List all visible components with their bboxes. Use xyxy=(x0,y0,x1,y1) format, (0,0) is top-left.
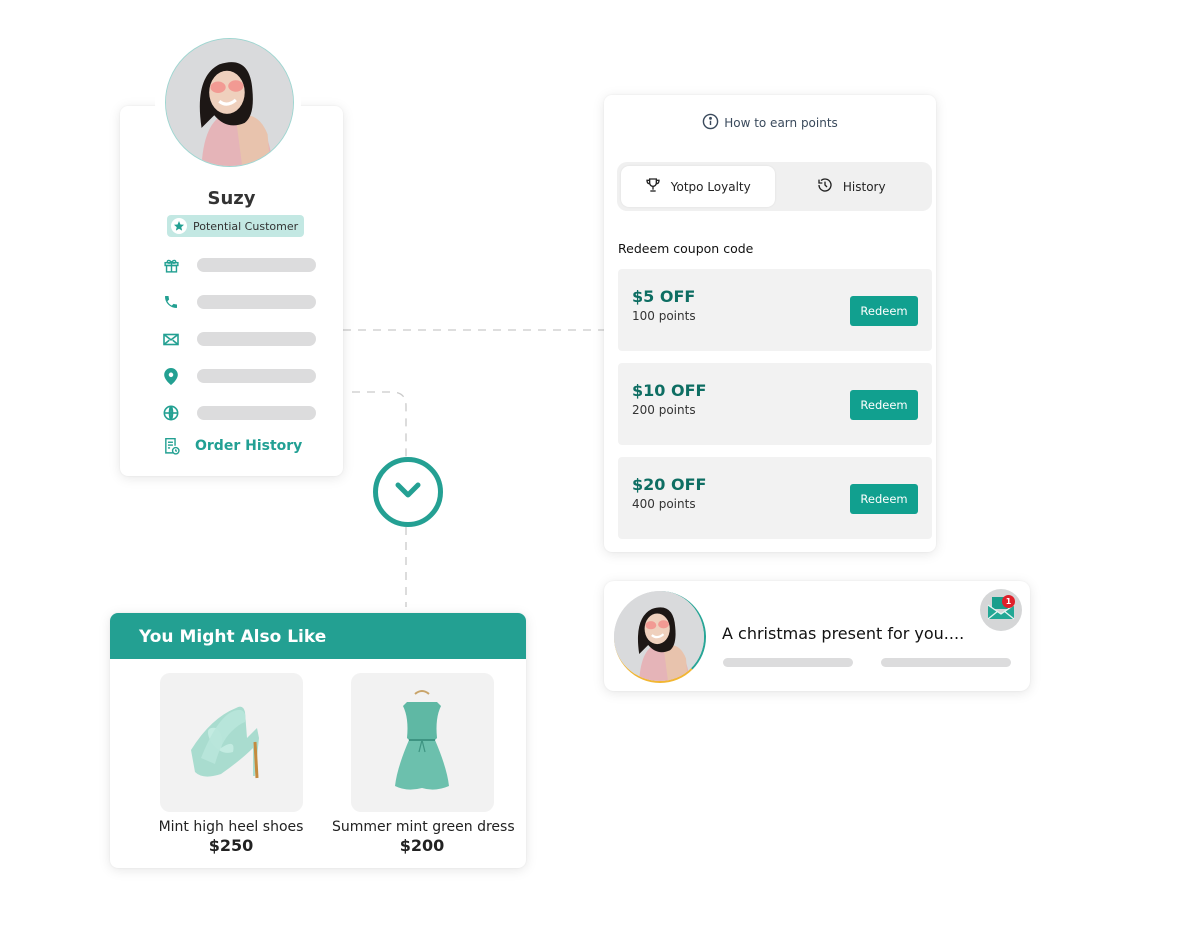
redeem-button[interactable]: Redeem xyxy=(850,390,918,420)
info-row-gift xyxy=(162,257,317,273)
info-row-website xyxy=(162,405,317,421)
coupon-item: $5 OFF 100 points Redeem xyxy=(618,269,932,351)
tab-label: History xyxy=(842,179,886,194)
mail-notification-button[interactable]: 1 xyxy=(980,589,1022,631)
product-image-mint-dress xyxy=(350,673,494,812)
badge-label: Potential Customer xyxy=(193,219,299,233)
placeholder-bar xyxy=(723,658,853,667)
product-name: Summer mint green dress xyxy=(332,819,515,835)
product-card[interactable]: Mint high heel shoes $250 xyxy=(141,673,321,855)
customer-name: Suzy xyxy=(207,188,256,209)
customer-status-badge: Potential Customer xyxy=(167,215,305,237)
order-history-label: Order History xyxy=(195,438,303,454)
coupon-item: $20 OFF 400 points Redeem xyxy=(618,457,932,539)
star-icon xyxy=(171,218,187,234)
placeholder-bar xyxy=(197,295,316,309)
customer-avatar xyxy=(165,38,294,167)
message-notification-card[interactable]: A christmas present for you.... 1 xyxy=(604,581,1030,691)
loyalty-widget: How to earn points Yotpo Loyalty History… xyxy=(604,95,936,552)
redeem-button[interactable]: Redeem xyxy=(850,484,918,514)
sender-avatar xyxy=(614,591,706,683)
chevron-down-icon xyxy=(393,480,423,504)
product-price: $200 xyxy=(399,836,445,855)
gift-icon xyxy=(162,256,180,274)
recommendations-header: You Might Also Like xyxy=(110,613,526,659)
coupon-points: 200 points xyxy=(632,403,696,417)
phone-icon xyxy=(162,293,180,311)
placeholder-bar xyxy=(197,258,316,272)
history-icon xyxy=(817,177,833,196)
globe-icon xyxy=(162,404,180,422)
product-price: $250 xyxy=(208,836,254,855)
redeem-section-title: Redeem coupon code xyxy=(618,241,754,256)
coupon-points: 400 points xyxy=(632,497,696,511)
placeholder-bar xyxy=(881,658,1011,667)
recommendations-title: You Might Also Like xyxy=(139,627,327,647)
notification-count-badge: 1 xyxy=(1002,595,1015,608)
info-icon xyxy=(702,113,719,133)
order-history-link[interactable]: Order History xyxy=(162,437,302,455)
coupon-amount: $5 OFF xyxy=(632,287,696,306)
trophy-icon xyxy=(645,177,661,196)
placeholder-bar xyxy=(197,332,316,346)
tab-history[interactable]: History xyxy=(775,166,929,207)
tab-label: Yotpo Loyalty xyxy=(670,179,751,194)
receipt-clock-icon xyxy=(162,437,180,455)
info-row-email xyxy=(162,331,317,347)
coupon-amount: $10 OFF xyxy=(632,381,707,400)
loyalty-tabs: Yotpo Loyalty History xyxy=(617,162,932,211)
info-row-phone xyxy=(162,294,317,310)
mail-icon xyxy=(162,330,180,348)
product-card[interactable]: Summer mint green dress $200 xyxy=(332,673,515,855)
tab-yotpo-loyalty[interactable]: Yotpo Loyalty xyxy=(621,166,775,207)
message-subject: A christmas present for you.... xyxy=(722,624,965,643)
coupon-points: 100 points xyxy=(632,309,696,323)
placeholder-bar xyxy=(197,369,316,383)
redeem-button[interactable]: Redeem xyxy=(850,296,918,326)
earn-points-label: How to earn points xyxy=(724,116,838,130)
coupon-amount: $20 OFF xyxy=(632,475,707,494)
product-name: Mint high heel shoes xyxy=(158,819,304,835)
placeholder-bar xyxy=(197,406,316,420)
how-to-earn-points-link[interactable]: How to earn points xyxy=(604,113,936,133)
recommendations-card: You Might Also Like Mint high heel shoes… xyxy=(110,613,526,868)
product-image-mint-heel-shoe xyxy=(159,673,303,812)
info-row-location xyxy=(162,367,317,385)
coupon-item: $10 OFF 200 points Redeem xyxy=(618,363,932,445)
location-pin-icon xyxy=(162,367,180,385)
expand-chevron-button[interactable] xyxy=(373,457,443,527)
